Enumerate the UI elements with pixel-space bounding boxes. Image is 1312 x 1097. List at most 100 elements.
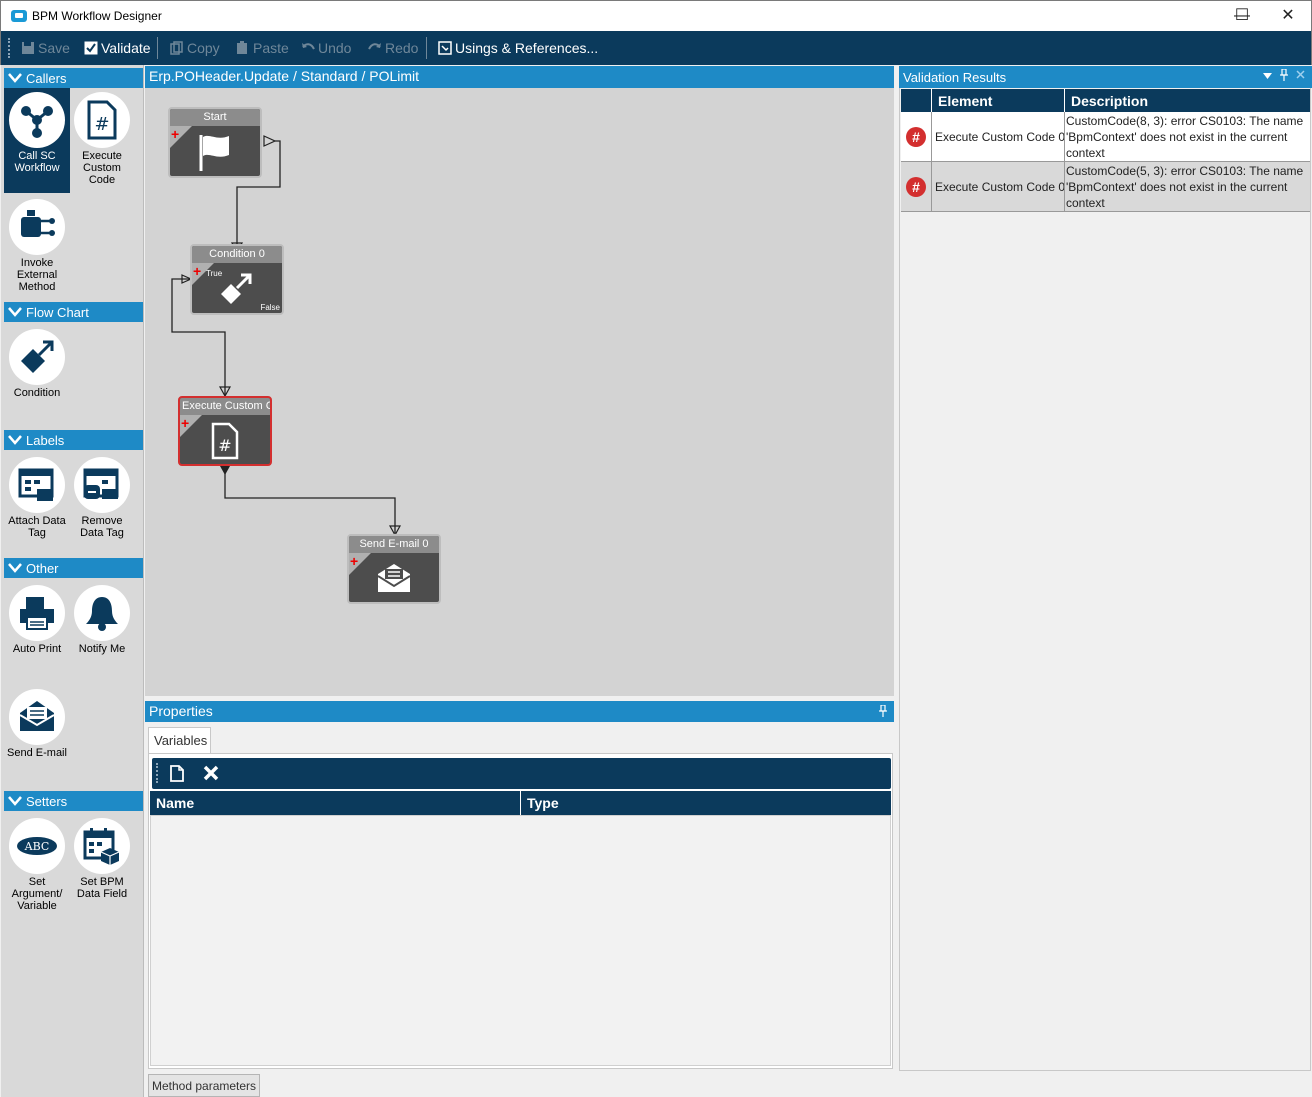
workflow-canvas[interactable]: Start + Condition 0 + True False Execute… [145,88,894,696]
validation-title: Validation Results [903,70,1007,85]
category-labels[interactable]: Labels [4,430,143,450]
canvas-breadcrumb: Erp.POHeader.Update / Standard / POLimit [145,66,894,88]
tool-label: Invoke External Method [16,257,58,293]
flag-icon [170,131,260,173]
node-condition[interactable]: Condition 0 + True False [190,244,284,315]
column-description[interactable]: Description [1064,89,1310,112]
node-send-email[interactable]: Send E-mail 0 + [347,534,441,604]
variables-grid-body[interactable] [150,815,891,1066]
node-title: Send E-mail 0 [349,536,439,553]
close-window-button[interactable]: ✕ [1265,0,1311,30]
maximize-icon: ☐ [1234,7,1250,24]
tab-method-parameters[interactable]: Method parameters [148,1074,260,1097]
dropdown-icon[interactable] [1263,73,1272,79]
category-other[interactable]: Other [4,558,143,578]
save-label: Save [38,40,70,56]
node-execute-custom-code[interactable]: Execute Custom Code 0 + # [178,396,272,466]
category-setters[interactable]: Setters [4,791,143,811]
custom-code-icon: # [74,92,130,148]
validation-row[interactable]: # Execute Custom Code 0 CustomCode(5, 3)… [901,162,1310,212]
validation-table: Element Description # Execute Custom Cod… [901,89,1310,212]
email-icon [349,558,439,598]
column-type[interactable]: Type [520,791,891,815]
paste-label: Paste [253,40,289,56]
redo-button[interactable]: Redo [368,38,418,58]
tool-label: Auto Print [12,643,62,655]
tab-variables[interactable]: Variables [148,727,211,753]
tool-attach-data-tag[interactable]: Attach Data Tag [4,453,70,543]
usings-references-button[interactable]: Usings & References... [438,38,598,58]
tool-call-sc-workflow[interactable]: Call SC Workflow [4,88,70,193]
redo-label: Redo [385,40,419,56]
category-label: Labels [26,432,65,448]
tool-set-bpm-data-field[interactable]: Set BPM Data Field [69,814,135,914]
column-element[interactable]: Element [931,89,1064,112]
paste-button[interactable]: Paste [236,38,289,58]
tool-auto-print[interactable]: Auto Print [4,581,70,661]
validate-button[interactable]: Validate [84,38,151,58]
row-description: CustomCode(8, 3): error CS0103: The name… [1064,112,1310,162]
undo-button[interactable]: Undo [301,38,351,58]
data-field-icon [74,818,130,874]
delete-variable-icon[interactable] [203,765,219,781]
close-icon: ✕ [1281,7,1295,24]
category-callers[interactable]: Callers [4,68,143,88]
maximize-button[interactable]: ☐ [1219,0,1265,30]
tool-notify-me[interactable]: Notify Me [69,581,135,661]
pin-icon[interactable] [1279,69,1289,81]
node-start[interactable]: Start + [168,107,262,178]
tool-label: Call SC Workflow [14,150,60,174]
copy-label: Copy [187,40,220,56]
condition-icon [192,268,282,308]
svg-text:#: # [218,436,231,455]
bell-icon [74,585,130,641]
toolbar-grip[interactable] [8,38,10,58]
svg-text:#: # [94,114,109,135]
chevron-down-icon [4,558,26,578]
tool-label: Attach Data Tag [8,515,66,539]
email-icon [9,689,65,745]
tool-label: Send E-mail [7,747,67,759]
external-method-icon [9,199,65,255]
printer-icon [9,585,65,641]
properties-title: Properties [149,703,213,719]
tool-label: Set Argument/ Variable [11,876,63,912]
row-element: Execute Custom Code 0 [931,112,1065,162]
chevron-down-icon [4,791,26,811]
tool-label: Notify Me [78,643,126,655]
validation-row[interactable]: # Execute Custom Code 0 CustomCode(8, 3)… [901,112,1310,162]
row-element: Execute Custom Code 0 [931,162,1065,212]
save-button[interactable]: Save [21,38,70,58]
toolbox-panel: Callers Call SC Workflow # Execute Custo… [1,65,144,1097]
undo-icon [302,43,315,50]
validation-table-header: Element Description [901,89,1310,112]
paste-icon [237,41,247,54]
copy-button[interactable]: Copy [170,38,220,58]
column-name[interactable]: Name [150,791,520,815]
main-toolbar: Save Validate Copy Paste Undo Redo Using… [0,31,1312,65]
category-flow-chart[interactable]: Flow Chart [4,302,143,322]
pin-icon[interactable] [878,705,888,717]
row-description: CustomCode(5, 3): error CS0103: The name… [1064,162,1310,212]
workflow-icon [9,92,65,148]
error-icon: # [906,177,926,197]
tool-remove-data-tag[interactable]: Remove Data Tag [69,453,135,543]
variables-grid-header: Name Type [150,791,891,815]
category-label: Setters [26,793,68,809]
usings-label: Usings & References... [455,40,599,56]
tool-set-argument-variable[interactable]: ABC Set Argument/ Variable [4,814,70,914]
new-variable-icon[interactable] [170,765,184,782]
custom-code-icon: # [180,420,270,460]
properties-header: Properties [145,701,894,722]
error-icon: # [906,127,926,147]
properties-panel: Variables Name Type [145,722,894,1072]
tool-invoke-external-method[interactable]: Invoke External Method [4,195,70,295]
category-label: Other [26,560,59,576]
tool-execute-custom-code[interactable]: # Execute Custom Code [69,88,135,193]
tool-send-email[interactable]: Send E-mail [4,685,70,775]
validation-header: Validation Results [899,66,1312,88]
tool-label: Execute Custom Code [82,150,122,186]
tool-condition[interactable]: Condition [4,325,70,405]
chevron-down-icon [4,302,26,322]
close-icon[interactable] [1296,70,1305,79]
